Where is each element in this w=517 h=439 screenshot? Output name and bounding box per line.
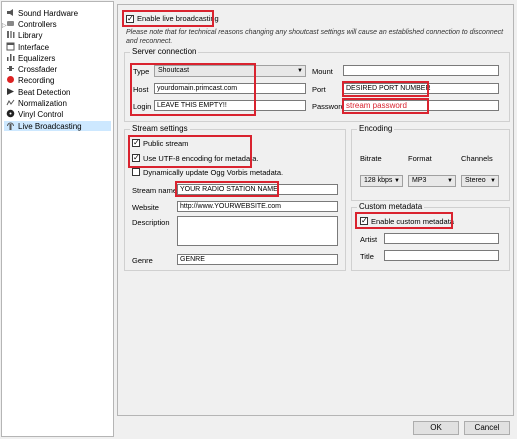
sidebar-item-label: Crossfader [18, 65, 58, 74]
shoutcast-note: Please note that for technical reasons c… [126, 29, 504, 45]
highlight-box [355, 212, 453, 229]
crossfader-icon [6, 64, 15, 73]
sidebar-item-beat-detection[interactable]: Beat Detection [6, 87, 70, 97]
format-label: Format [408, 154, 432, 163]
title-input[interactable] [384, 250, 499, 261]
recording-icon [6, 75, 15, 84]
live-broadcasting-panel: ✓ Enable live broadcasting Please note t… [117, 4, 514, 416]
sidebar-item-interface[interactable]: Interface [6, 42, 49, 52]
bitrate-select[interactable]: 128 kbps ▼ [360, 175, 403, 187]
website-label: Website [132, 203, 159, 212]
equalizer-icon [6, 53, 15, 62]
sidebar-item-label: Normalization [18, 99, 67, 108]
beat-icon [6, 87, 15, 96]
format-select[interactable]: MP3 ▼ [408, 175, 456, 187]
interface-icon [6, 42, 15, 51]
stream-name-label: Stream name [132, 186, 178, 195]
encoding-group [351, 129, 510, 201]
sidebar-item-label: Live Broadcasting [18, 122, 82, 131]
format-select-value: MP3 [412, 177, 427, 184]
channels-select-value: Stereo [465, 177, 486, 184]
sidebar-item-controllers[interactable]: ▷ Controllers [2, 19, 57, 29]
sidebar-item-library[interactable]: Library [6, 30, 42, 40]
encoding-title: Encoding [357, 124, 395, 133]
chevron-down-icon: ▼ [297, 68, 303, 74]
bitrate-label: Bitrate [360, 154, 382, 163]
sidebar-item-label: Vinyl Control [18, 110, 64, 119]
library-icon [6, 30, 15, 39]
highlight-box [128, 135, 252, 168]
server-connection-title: Server connection [130, 47, 199, 56]
description-textarea[interactable] [177, 216, 338, 246]
speaker-icon [6, 8, 15, 17]
ogg-metadata-label: Dynamically update Ogg Vorbis metadata. [143, 168, 284, 177]
stream-settings-title: Stream settings [130, 124, 190, 133]
sidebar-item-recording[interactable]: Recording [6, 75, 54, 85]
channels-select[interactable]: Stereo ▼ [461, 175, 499, 187]
artist-label: Artist [360, 235, 378, 244]
highlight-box [342, 81, 429, 97]
broadcast-icon [6, 121, 15, 130]
chevron-down-icon: ▼ [394, 178, 400, 184]
website-input[interactable]: http://www.YOURWEBSITE.com [177, 201, 338, 212]
vinyl-icon [6, 109, 15, 118]
preferences-sidebar: Sound Hardware ▷ Controllers Library Inte… [1, 1, 114, 437]
highlight-box [342, 98, 429, 114]
ogg-metadata-checkbox[interactable] [132, 168, 140, 176]
bitrate-select-value: 128 kbps [364, 177, 393, 184]
sidebar-item-normalization[interactable]: Normalization [6, 98, 67, 108]
highlight-box [175, 181, 279, 197]
genre-label: Genre [132, 256, 153, 265]
controller-icon [6, 19, 15, 28]
sidebar-item-label: Controllers [18, 20, 57, 29]
channels-label: Channels [461, 154, 493, 163]
genre-input[interactable]: GENRE [177, 254, 338, 265]
ok-button[interactable]: OK [413, 421, 459, 435]
custom-metadata-title: Custom metadata [357, 202, 425, 211]
sidebar-item-sound-hardware[interactable]: Sound Hardware [6, 8, 78, 18]
description-label: Description [132, 218, 170, 227]
sidebar-item-label: Beat Detection [18, 88, 71, 97]
highlight-box [122, 10, 214, 27]
mount-input[interactable] [343, 65, 499, 76]
sidebar-item-label: Equalizers [18, 54, 56, 63]
sidebar-item-equalizers[interactable]: Equalizers [6, 53, 55, 63]
chevron-down-icon: ▼ [447, 178, 453, 184]
sidebar-item-label: Recording [18, 76, 55, 85]
sidebar-item-crossfader[interactable]: Crossfader [6, 64, 57, 74]
title-label: Title [360, 252, 374, 261]
chevron-down-icon: ▼ [490, 178, 496, 184]
highlight-box [130, 63, 256, 116]
cancel-button[interactable]: Cancel [464, 421, 510, 435]
sidebar-item-label: Library [18, 31, 43, 40]
sidebar-item-label: Interface [18, 43, 50, 52]
sidebar-item-live-broadcasting[interactable]: Live Broadcasting [4, 121, 111, 131]
sidebar-item-label: Sound Hardware [18, 9, 79, 18]
port-label: Port [312, 85, 326, 94]
sidebar-item-vinyl-control[interactable]: Vinyl Control [6, 109, 63, 119]
mount-label: Mount [312, 67, 333, 76]
password-label: Password [312, 102, 345, 111]
normalization-icon [6, 98, 15, 107]
artist-input[interactable] [384, 233, 499, 244]
